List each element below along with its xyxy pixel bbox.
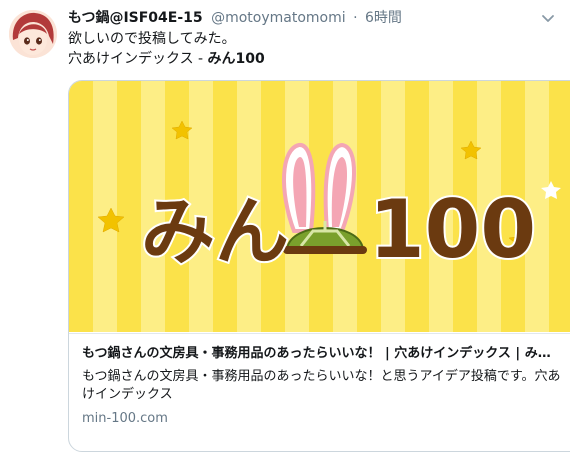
- card-description: もつ鍋さんの文房具・事務用品のあったらいいな！と思うアイデア投稿です。穴あけイン…: [82, 369, 561, 402]
- tweet-text-line2: 穴あけインデックス - みん100: [68, 49, 265, 69]
- card-image[interactable]: みん 100: [69, 81, 570, 332]
- chevron-down-icon[interactable]: [540, 12, 556, 26]
- tweet-header: もつ鍋@ISF04E-15 @motoymatomomi · 6時間: [68, 9, 402, 27]
- tweet-text-prefix: 穴あけインデックス -: [68, 51, 208, 67]
- avatar[interactable]: [9, 10, 57, 58]
- tweet-text-line1: 欲しいので投稿してみた。: [68, 31, 236, 47]
- display-name[interactable]: もつ鍋@ISF04E-15: [68, 10, 203, 26]
- card-domain: min-100.com: [82, 411, 168, 426]
- tweet-timestamp[interactable]: 6時間: [365, 10, 402, 26]
- separator-dot: ·: [353, 10, 358, 26]
- logo-text-left: みん: [141, 189, 289, 275]
- logo-text-right: 100: [369, 183, 536, 276]
- card-title[interactable]: もつ鍋さんの文房具・事務用品のあったらいいな！ | 穴あけインデックス | みん…: [82, 345, 557, 363]
- user-handle[interactable]: @motoymatomomi: [211, 10, 346, 26]
- tweet-text-bold: みん100: [207, 51, 265, 67]
- card-body[interactable]: もつ鍋さんの文房具・事務用品のあったらいいな！ | 穴あけインデックス | みん…: [69, 333, 570, 426]
- link-card[interactable]: みん 100 もつ鍋さんの文房具・事務用品のあったらいいな！ | 穴あけインデッ…: [68, 80, 570, 452]
